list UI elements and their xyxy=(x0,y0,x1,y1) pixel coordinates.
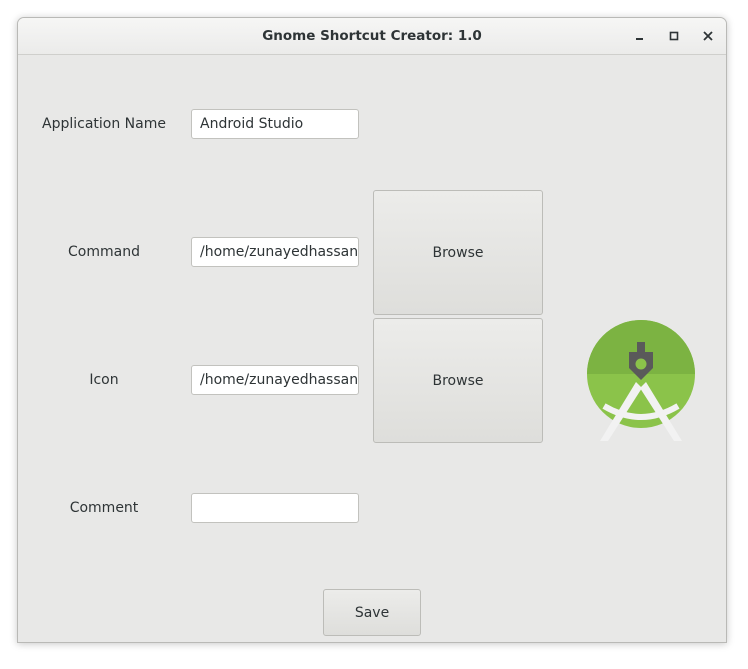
save-button[interactable]: Save xyxy=(323,589,421,636)
icon-field[interactable]: /home/zunayedhassan/ xyxy=(191,365,359,395)
title-bar[interactable]: Gnome Shortcut Creator: 1.0 xyxy=(18,18,726,55)
command-label: Command xyxy=(68,244,140,260)
comment-field[interactable] xyxy=(191,493,359,523)
command-browse-button[interactable]: Browse xyxy=(373,190,543,315)
android-studio-icon xyxy=(586,320,696,442)
window-title: Gnome Shortcut Creator: 1.0 xyxy=(262,28,482,44)
close-button[interactable] xyxy=(698,26,718,46)
app-window: Gnome Shortcut Creator: 1.0 Application … xyxy=(17,17,727,643)
minimize-icon xyxy=(636,38,643,40)
maximize-button[interactable] xyxy=(664,26,684,46)
icon-browse-button[interactable]: Browse xyxy=(373,318,543,443)
close-icon xyxy=(703,31,713,41)
command-field[interactable]: /home/zunayedhassan/ xyxy=(191,237,359,267)
minimize-button[interactable] xyxy=(630,26,650,46)
app-name-label: Application Name xyxy=(42,116,166,132)
icon-label: Icon xyxy=(89,372,119,388)
app-name-field[interactable]: Android Studio xyxy=(191,109,359,139)
comment-label: Comment xyxy=(69,500,139,516)
maximize-icon xyxy=(669,31,679,41)
